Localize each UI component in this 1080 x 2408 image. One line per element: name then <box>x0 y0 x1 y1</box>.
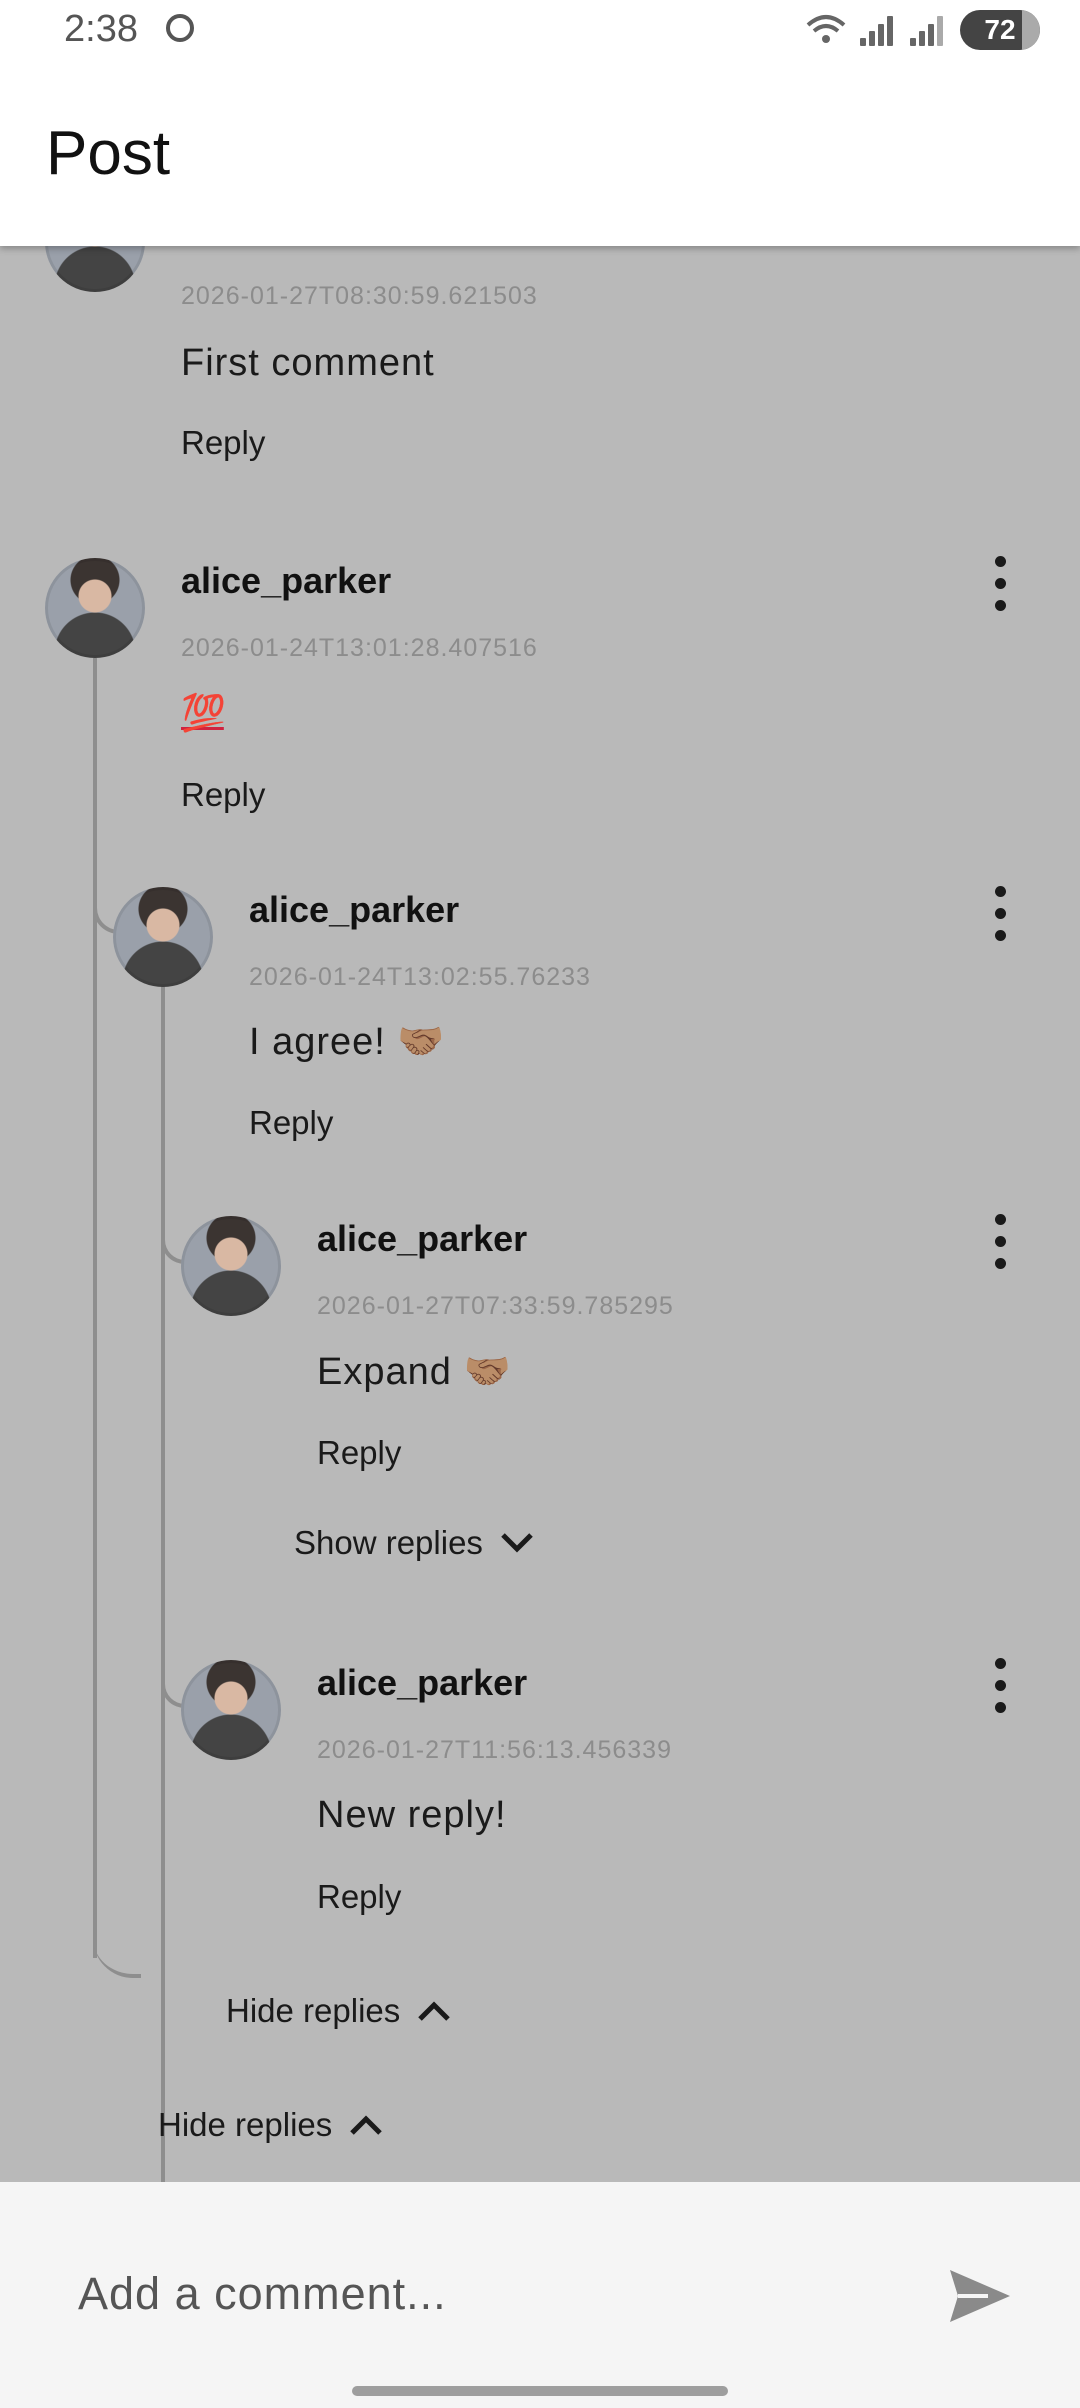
wifi-icon <box>806 15 846 43</box>
show-replies-label: Show replies <box>294 1524 483 1561</box>
chevron-up-icon <box>350 2115 383 2135</box>
hide-replies-button[interactable]: Hide replies <box>226 1992 452 2030</box>
comment-timestamp: 2026-01-24T13:01:28.407516 <box>181 634 538 662</box>
more-vert-icon[interactable] <box>980 1658 1020 1718</box>
status-icons: 72 <box>806 10 1040 50</box>
chevron-down-icon <box>501 1533 533 1553</box>
avatar[interactable] <box>181 1216 281 1316</box>
signal-icon-2 <box>910 14 946 46</box>
comments-list: 2026-01-27T08:30:59.621503 First comment… <box>0 246 1080 2182</box>
reply-button[interactable]: Reply <box>317 1434 401 1472</box>
avatar[interactable] <box>45 246 145 292</box>
home-indicator[interactable] <box>352 2386 728 2396</box>
comment-username[interactable]: alice_parker <box>249 889 459 931</box>
comment-composer: Add a comment... <box>0 2182 1080 2408</box>
comment-timestamp: 2026-01-27T11:56:13.456339 <box>317 1736 672 1764</box>
comment-timestamp: 2026-01-24T13:02:55.76233 <box>249 963 591 991</box>
avatar[interactable] <box>45 558 145 658</box>
comment-text: New reply! <box>317 1794 507 1836</box>
comment-username[interactable]: alice_parker <box>317 1662 527 1704</box>
more-vert-icon[interactable] <box>980 556 1020 616</box>
comment-username[interactable]: alice_parker <box>317 1218 527 1260</box>
comment-input[interactable]: Add a comment... <box>78 2268 447 2320</box>
more-vert-icon[interactable] <box>980 246 1020 250</box>
comment-text: 💯 <box>181 692 226 733</box>
page-title: Post <box>46 119 171 188</box>
comment-text: First comment <box>181 342 435 384</box>
notification-icon <box>166 14 194 42</box>
comment-timestamp: 2026-01-27T08:30:59.621503 <box>181 282 538 310</box>
show-replies-button[interactable]: Show replies <box>294 1524 535 1562</box>
battery-level: 72 <box>984 14 1016 45</box>
reply-button[interactable]: Reply <box>181 424 265 462</box>
status-time: 2:38 <box>64 8 138 50</box>
hide-replies-label: Hide replies <box>226 1992 401 2029</box>
avatar[interactable] <box>113 887 213 987</box>
app-bar: Post <box>0 62 1080 246</box>
reply-button[interactable]: Reply <box>249 1104 333 1142</box>
avatar[interactable] <box>181 1660 281 1760</box>
battery-icon: 72 <box>960 10 1040 50</box>
thread-line <box>161 986 165 2182</box>
comment-timestamp: 2026-01-27T07:33:59.785295 <box>317 1292 674 1320</box>
comment-text: I agree! 🤝🏽 <box>249 1021 446 1063</box>
reply-button[interactable]: Reply <box>181 776 265 814</box>
hide-replies-label: Hide replies <box>158 2106 333 2143</box>
more-vert-icon[interactable] <box>980 1214 1020 1274</box>
signal-icon <box>860 14 896 46</box>
thread-line <box>93 658 97 1958</box>
status-bar: 2:38 72 <box>0 0 1080 62</box>
comment-username[interactable]: alice_parker <box>181 560 391 602</box>
more-vert-icon[interactable] <box>980 886 1020 946</box>
thread-connector <box>93 1926 141 1978</box>
chevron-up-icon <box>418 2001 451 2021</box>
hide-replies-button[interactable]: Hide replies <box>158 2106 384 2144</box>
reply-button[interactable]: Reply <box>317 1878 401 1916</box>
send-icon[interactable] <box>948 2268 1012 2324</box>
comment-text: Expand 🤝🏽 <box>317 1351 512 1393</box>
